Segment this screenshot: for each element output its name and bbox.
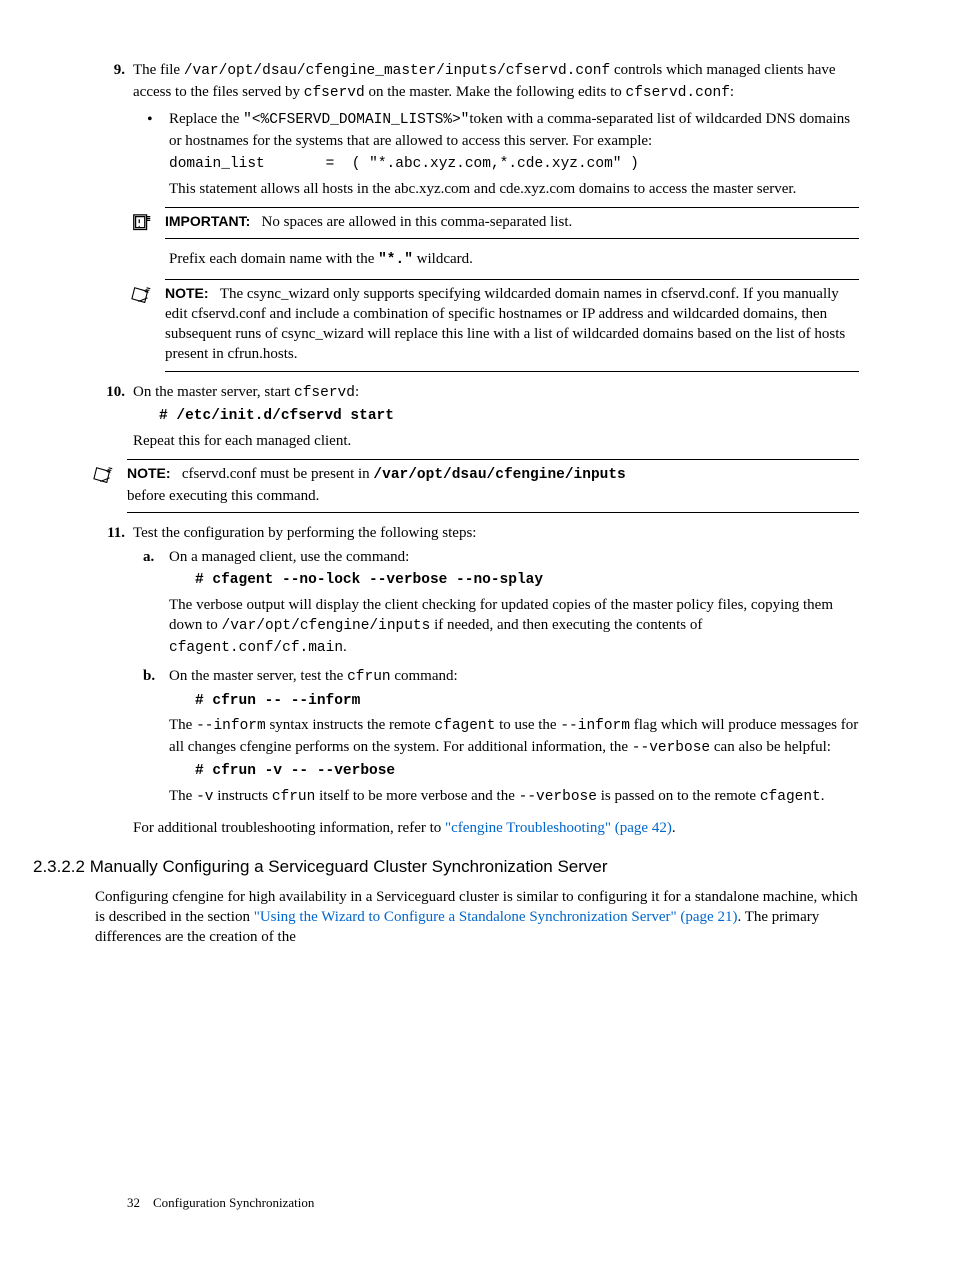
domain-list-code: domain_list = ( "*.abc.xyz.com,*.cde.xyz… — [169, 155, 859, 175]
section-body: Configuring cfengine for high availabili… — [95, 887, 859, 948]
important-label: IMPORTANT: — [165, 213, 250, 229]
bullet-replace-token: Replace the "<%CFSERVD_DOMAIN_LISTS%>"to… — [133, 109, 859, 371]
cfrun-verbose-cmd: # cfrun -v -- --verbose — [195, 762, 859, 782]
inform-explain: The --inform syntax instructs the remote… — [169, 715, 859, 758]
note-icon — [131, 285, 153, 313]
wizard-link[interactable]: "Using the Wizard to Configure a Standal… — [254, 909, 738, 925]
page-content: 9. The file /var/opt/dsau/cfengine_maste… — [95, 60, 859, 1240]
substep-letter: b. — [143, 666, 155, 686]
prefix-text: Prefix each domain name with the "*." wi… — [169, 249, 859, 271]
step-list: 9. The file /var/opt/dsau/cfengine_maste… — [95, 60, 859, 838]
page-footer: 32 Configuration Synchronization — [127, 1194, 314, 1212]
step-9-bullets: Replace the "<%CFSERVD_DOMAIN_LISTS%>"to… — [133, 109, 859, 371]
cfrun-inform-cmd: # cfrun -- --inform — [195, 692, 859, 712]
section-heading: 2.3.2.2 Manually Configuring a Servicegu… — [33, 856, 859, 879]
note-callout-2: NOTE: cfservd.conf must be present in /v… — [95, 459, 859, 513]
repeat-text: Repeat this for each managed client. — [133, 431, 859, 451]
troubleshooting-link[interactable]: "cfengine Troubleshooting" (page 42) — [445, 820, 672, 836]
note-label: NOTE: — [127, 465, 171, 481]
footer-title: Configuration Synchronization — [153, 1195, 314, 1210]
step-number: 10. — [95, 382, 125, 402]
step-10-intro: On the master server, start cfservd: — [133, 382, 859, 404]
substeps: a. On a managed client, use the command:… — [133, 547, 859, 808]
step-9: 9. The file /var/opt/dsau/cfengine_maste… — [95, 60, 859, 372]
note-text: The csync_wizard only supports specifyin… — [165, 286, 845, 363]
substep-letter: a. — [143, 547, 154, 567]
important-text: No spaces are allowed in this comma-sepa… — [262, 214, 573, 230]
step-11: 11. Test the configuration by performing… — [95, 523, 859, 838]
cfservd-start-cmd: # /etc/init.d/cfservd start — [159, 407, 859, 427]
step-10: 10. On the master server, start cfservd:… — [95, 382, 859, 513]
verbose-explain: The -v instructs cfrun itself to be more… — [169, 786, 859, 808]
step-number: 9. — [95, 60, 125, 80]
troubleshooting-ref: For additional troubleshooting informati… — [133, 818, 859, 838]
substep-a-intro: On a managed client, use the command: — [169, 547, 859, 567]
page-number: 32 — [127, 1195, 140, 1210]
step-9-intro: The file /var/opt/dsau/cfengine_master/i… — [133, 60, 859, 103]
cfagent-cmd: # cfagent --no-lock --verbose --no-splay — [195, 571, 859, 591]
important-icon — [131, 213, 153, 241]
substep-b-intro: On the master server, test the cfrun com… — [169, 666, 859, 688]
substep-b: b. On the master server, test the cfrun … — [133, 666, 859, 807]
important-callout: IMPORTANT: No spaces are allowed in this… — [133, 207, 859, 239]
step-number: 11. — [95, 523, 125, 543]
note-label: NOTE: — [165, 285, 209, 301]
bullet-text: Replace the "<%CFSERVD_DOMAIN_LISTS%>"to… — [169, 109, 859, 151]
step-11-intro: Test the configuration by performing the… — [133, 523, 859, 543]
note-callout-1: NOTE: The csync_wizard only supports spe… — [133, 279, 859, 372]
substep-a: a. On a managed client, use the command:… — [133, 547, 859, 658]
note-icon — [93, 465, 115, 493]
domain-list-explain: This statement allows all hosts in the a… — [169, 179, 859, 199]
substep-a-explain: The verbose output will display the clie… — [169, 595, 859, 658]
